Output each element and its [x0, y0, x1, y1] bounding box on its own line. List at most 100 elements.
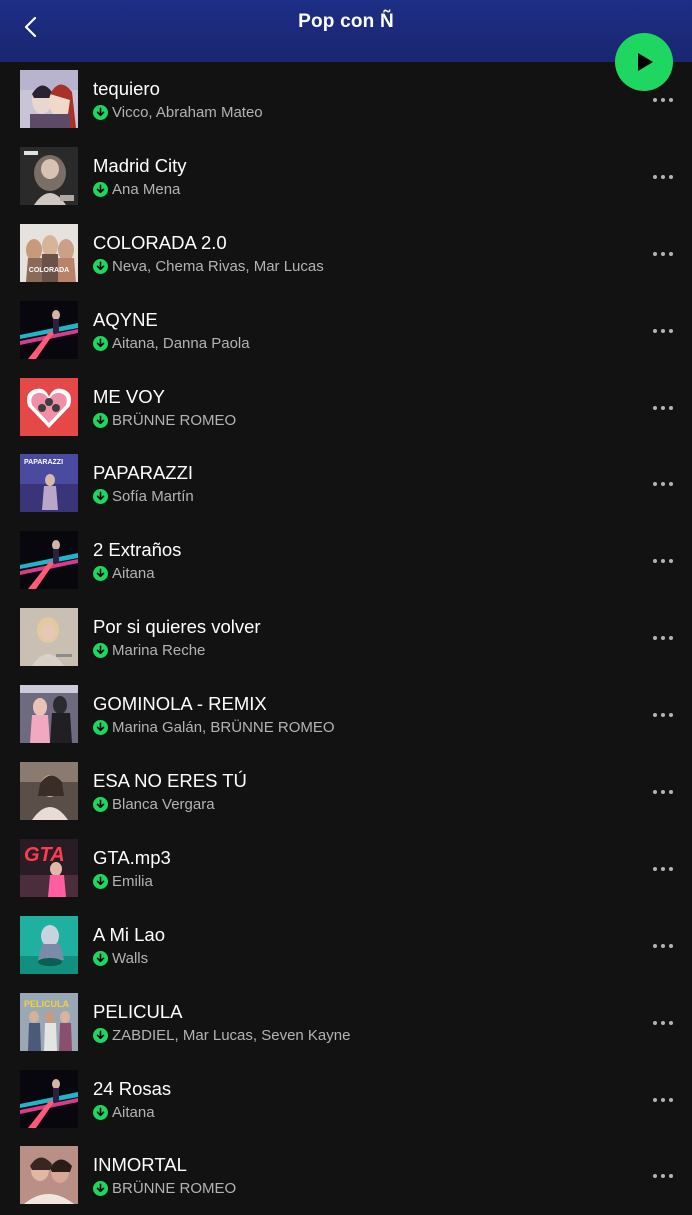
cover-text: GTA	[24, 844, 65, 866]
more-horizontal-icon	[653, 328, 673, 333]
album-cover	[20, 377, 78, 436]
album-cover	[20, 608, 78, 667]
more-horizontal-icon	[653, 98, 673, 102]
track-title: 2 Extraños	[93, 539, 182, 561]
album-cover: GTA	[20, 838, 78, 897]
more-options-button[interactable]	[650, 936, 676, 956]
track-row[interactable]: COLORADA COLORADA 2.0 Neva, Chema Rivas,…	[0, 216, 692, 293]
more-options-button[interactable]	[650, 628, 676, 648]
track-subtitle: Emilia	[93, 873, 153, 890]
more-options-button[interactable]	[650, 244, 676, 264]
track-row[interactable]: GOMINOLA - REMIX Marina Galán, BRÜNNE RO…	[0, 677, 692, 754]
track-subtitle: BRÜNNE ROMEO	[93, 412, 236, 429]
track-row[interactable]: ESA NO ERES TÚ Blanca Vergara	[0, 754, 692, 831]
more-options-button[interactable]	[650, 859, 676, 879]
track-subtitle: Blanca Vergara	[93, 796, 215, 813]
play-icon	[638, 53, 653, 71]
downloaded-icon	[93, 1104, 108, 1120]
track-artists: Marina Galán, BRÜNNE ROMEO	[112, 719, 335, 737]
track-artists: Aitana	[112, 565, 155, 583]
playlist-header: Pop con Ñ	[0, 0, 692, 62]
track-subtitle: Vicco, Abraham Mateo	[93, 104, 263, 121]
track-row[interactable]: PELICULA PELICULA ZABDIEL, Mar Lucas, Se…	[0, 985, 692, 1062]
more-horizontal-icon	[653, 405, 673, 410]
track-subtitle: BRÜNNE ROMEO	[93, 1180, 236, 1197]
track-title: Por si quieres volver	[93, 616, 261, 638]
album-cover	[20, 1146, 78, 1205]
downloaded-icon	[93, 412, 108, 428]
track-row[interactable]: 24 Rosas Aitana	[0, 1062, 692, 1139]
track-row[interactable]: tequiero Vicco, Abraham Mateo	[0, 62, 692, 139]
track-title: tequiero	[93, 78, 160, 99]
track-artists: Marina Reche	[112, 642, 206, 660]
track-title: INMORTAL	[93, 1154, 187, 1176]
page-title: Pop con Ñ	[298, 11, 394, 32]
downloaded-icon	[93, 1027, 108, 1043]
more-options-button[interactable]	[650, 90, 676, 110]
track-subtitle: Marina Reche	[93, 642, 205, 659]
album-cover	[20, 1069, 78, 1128]
track-title: GTA.mp3	[93, 846, 171, 868]
track-title: ME VOY	[93, 385, 165, 407]
track-row[interactable]: GTA GTA.mp3 Emilia	[0, 831, 692, 908]
play-button[interactable]	[615, 33, 673, 91]
downloaded-icon	[93, 335, 108, 351]
downloaded-icon	[93, 643, 108, 659]
track-title: AQYNE	[93, 308, 158, 330]
more-options-button[interactable]	[650, 1013, 676, 1033]
track-title: COLORADA 2.0	[93, 231, 227, 253]
album-cover	[20, 70, 78, 128]
more-horizontal-icon	[653, 790, 673, 795]
track-artists: Sofía Martín	[112, 488, 194, 506]
more-horizontal-icon	[653, 251, 673, 256]
more-options-button[interactable]	[650, 474, 676, 494]
downloaded-icon	[93, 105, 108, 120]
track-subtitle: Aitana	[93, 1104, 155, 1121]
more-horizontal-icon	[653, 174, 673, 179]
more-options-button[interactable]	[650, 1090, 676, 1110]
album-cover: COLORADA	[20, 223, 78, 282]
more-options-button[interactable]	[650, 321, 676, 341]
track-subtitle: Sofía Martín	[93, 488, 194, 505]
track-subtitle: ZABDIEL, Mar Lucas, Seven Kayne	[93, 1027, 350, 1044]
track-row[interactable]: INMORTAL BRÜNNE ROMEO	[0, 1138, 692, 1215]
downloaded-icon	[93, 181, 108, 197]
track-row[interactable]: Por si quieres volver Marina Reche	[0, 600, 692, 677]
cover-text: PAPARAZZI	[24, 459, 63, 466]
more-options-button[interactable]	[650, 1166, 676, 1186]
more-horizontal-icon	[653, 713, 673, 718]
track-subtitle: Neva, Chema Rivas, Mar Lucas	[93, 258, 324, 275]
album-cover	[20, 685, 78, 744]
track-row[interactable]: Madrid City Ana Mena	[0, 139, 692, 216]
downloaded-icon	[93, 1181, 108, 1197]
track-row[interactable]: A Mi Lao Walls	[0, 908, 692, 985]
album-cover	[20, 300, 78, 359]
more-options-button[interactable]	[650, 551, 676, 571]
track-artists: Aitana, Danna Paola	[112, 334, 250, 352]
track-row[interactable]: 2 Extraños Aitana	[0, 523, 692, 600]
more-horizontal-icon	[653, 559, 673, 564]
track-row[interactable]: AQYNE Aitana, Danna Paola	[0, 293, 692, 370]
track-subtitle: Ana Mena	[93, 181, 180, 198]
track-artists: BRÜNNE ROMEO	[112, 411, 237, 429]
track-title: PAPARAZZI	[93, 462, 194, 484]
track-row[interactable]: ME VOY BRÜNNE ROMEO	[0, 370, 692, 447]
more-options-button[interactable]	[650, 705, 676, 725]
album-cover	[20, 915, 78, 974]
track-title: Madrid City	[93, 154, 187, 176]
track-title: GOMINOLA - REMIX	[93, 693, 267, 715]
more-options-button[interactable]	[650, 398, 676, 418]
more-options-button[interactable]	[650, 167, 676, 187]
more-horizontal-icon	[653, 482, 673, 487]
album-cover	[20, 531, 78, 590]
track-row[interactable]: PAPARAZZI PAPARAZZI Sofía Martín	[0, 446, 692, 523]
more-horizontal-icon	[653, 636, 673, 641]
more-options-button[interactable]	[650, 782, 676, 802]
cover-text: COLORADA	[29, 267, 69, 274]
downloaded-icon	[93, 797, 108, 813]
album-cover	[20, 146, 78, 205]
downloaded-icon	[93, 489, 108, 505]
album-cover	[20, 762, 78, 821]
track-artists: Blanca Vergara	[112, 796, 215, 814]
track-artists: Aitana	[112, 1103, 155, 1121]
